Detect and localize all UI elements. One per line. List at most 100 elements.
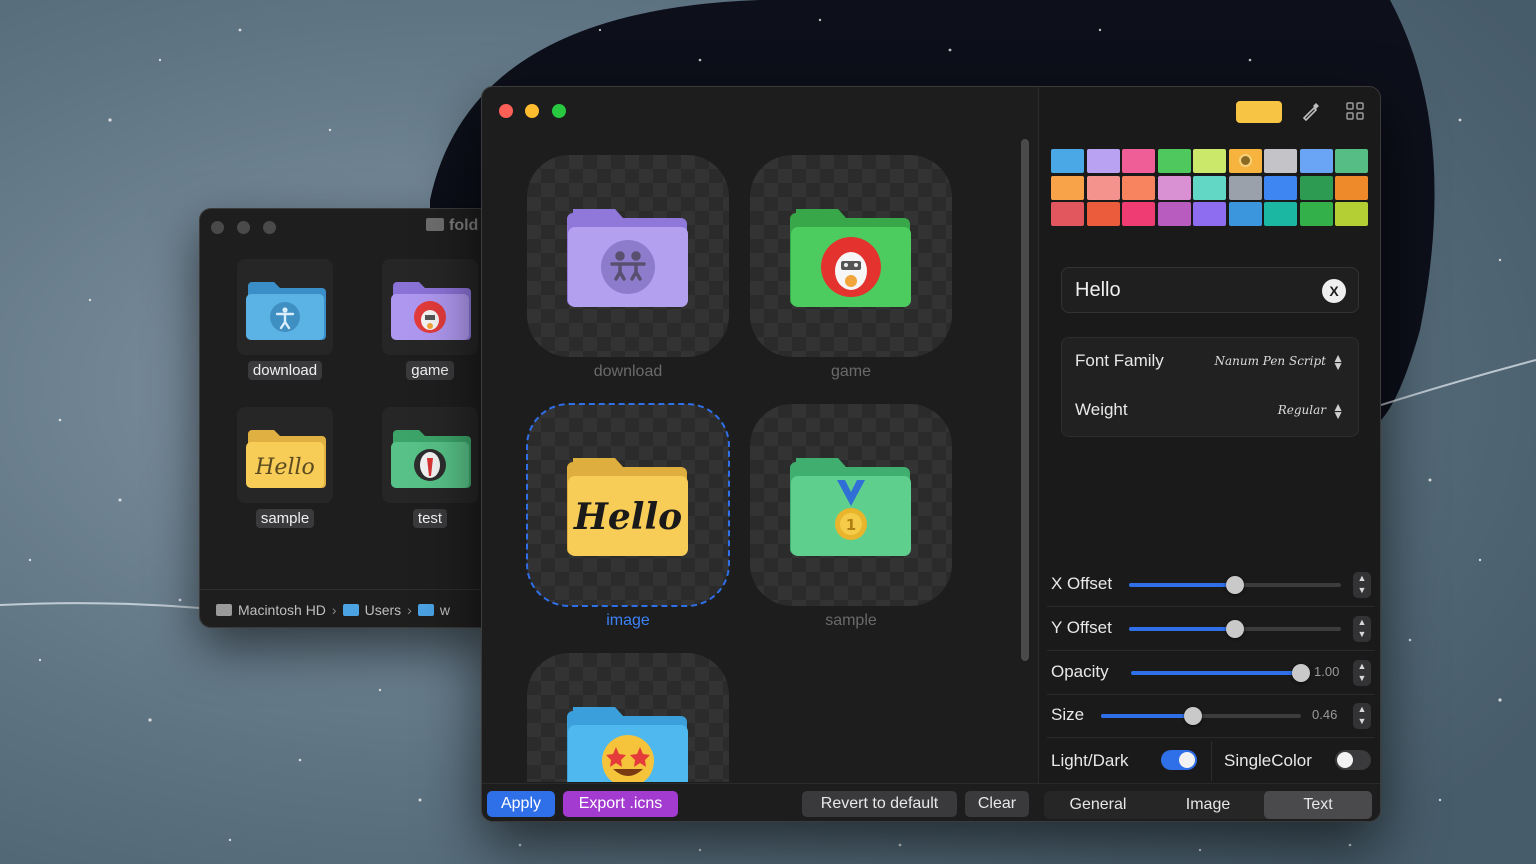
export-icns-button[interactable]: Export .icns — [563, 791, 678, 817]
y-offset-label: Y Offset — [1051, 618, 1112, 637]
color-swatch[interactable] — [1051, 149, 1084, 173]
color-swatch[interactable] — [1157, 175, 1191, 200]
tile-label: image — [606, 612, 650, 629]
light-dark-label: Light/Dark — [1051, 751, 1129, 770]
finder-item-label: sample — [255, 509, 315, 528]
slider-knob[interactable] — [1226, 576, 1244, 594]
opacity-value: 1.00 — [1314, 664, 1340, 679]
tile-preview: 1 — [750, 404, 952, 606]
color-swatch[interactable] — [1193, 202, 1226, 226]
icon-editor-window: download game Hello image 1 sample Hello… — [481, 86, 1381, 822]
opacity-stepper[interactable]: ▲ ▼ — [1353, 660, 1371, 686]
tile-sample[interactable]: 1 sample — [750, 404, 952, 630]
color-swatch[interactable] — [1157, 149, 1191, 173]
font-family-row[interactable]: Font Family Nanum Pen Script ▲ ▼ — [1075, 351, 1344, 375]
size-stepper[interactable]: ▲ ▼ — [1353, 703, 1371, 729]
selected-color-swatch[interactable] — [1236, 101, 1282, 123]
color-swatch[interactable] — [1264, 202, 1297, 226]
color-swatch[interactable] — [1264, 175, 1297, 200]
path-item[interactable]: Macintosh HD — [238, 602, 326, 618]
tile-image[interactable]: Hello image — [526, 403, 730, 630]
selected-swatch-marker — [1238, 154, 1252, 167]
grid-view-icon[interactable] — [1346, 102, 1364, 120]
tile-preview — [527, 653, 729, 782]
color-swatch[interactable] — [1086, 149, 1120, 173]
finder-minimize-button[interactable] — [237, 221, 250, 234]
color-swatch[interactable] — [1335, 149, 1368, 173]
overlay-text-value: Hello — [1075, 279, 1121, 301]
finder-title-text: fold — [449, 217, 479, 234]
tab-image[interactable]: Image — [1154, 791, 1262, 819]
color-swatch[interactable] — [1193, 149, 1226, 173]
color-swatch[interactable] — [1335, 175, 1368, 200]
color-swatch[interactable] — [1228, 149, 1262, 173]
x-offset-slider[interactable] — [1129, 576, 1341, 594]
tile-download[interactable]: download — [527, 155, 729, 381]
path-item[interactable]: w — [440, 602, 450, 618]
color-swatch[interactable] — [1299, 202, 1333, 226]
color-swatch[interactable] — [1122, 202, 1155, 226]
color-swatch[interactable] — [1299, 149, 1333, 173]
tile-label: download — [593, 363, 663, 380]
color-swatch[interactable] — [1122, 149, 1155, 173]
eyedropper-icon[interactable] — [1301, 101, 1321, 121]
opacity-slider[interactable] — [1131, 664, 1310, 682]
color-swatch[interactable] — [1193, 175, 1226, 200]
bottom-toolbar: Apply Export .icns Revert to default Cle… — [482, 783, 1380, 821]
color-swatch[interactable] — [1264, 149, 1297, 173]
finder-item-game[interactable]: game — [380, 259, 480, 380]
slider-knob[interactable] — [1184, 707, 1202, 725]
finder-item-sample[interactable]: Hello sample — [235, 407, 335, 528]
minimize-button[interactable] — [525, 104, 539, 118]
y-offset-slider[interactable] — [1129, 620, 1341, 638]
color-swatch[interactable] — [1051, 175, 1084, 200]
clear-button[interactable]: Clear — [965, 791, 1029, 817]
apply-button[interactable]: Apply — [487, 791, 555, 817]
slider-knob[interactable] — [1292, 664, 1310, 682]
tab-general[interactable]: General — [1044, 791, 1152, 819]
single-color-toggle[interactable] — [1335, 750, 1371, 770]
finder-window: fold download game Hello sample test Mac… — [199, 208, 499, 628]
color-swatch[interactable] — [1157, 202, 1191, 226]
x-offset-slider-row: X Offset ▲ ▼ — [1051, 570, 1371, 600]
finder-item-test[interactable]: test — [380, 407, 480, 528]
color-swatch[interactable] — [1335, 202, 1368, 226]
finder-close-button[interactable] — [211, 221, 224, 234]
tab-text[interactable]: Text — [1264, 791, 1372, 819]
color-swatch[interactable] — [1228, 175, 1262, 200]
close-button[interactable] — [499, 104, 513, 118]
zoom-button[interactable] — [552, 104, 566, 118]
character-folder-icon — [382, 407, 478, 503]
color-swatch[interactable] — [1122, 175, 1155, 200]
color-swatch[interactable] — [1086, 175, 1120, 200]
slider-knob[interactable] — [1226, 620, 1244, 638]
overlay-text-field[interactable]: Hello X — [1061, 267, 1359, 313]
finder-zoom-button[interactable] — [263, 221, 276, 234]
tile-star-struck[interactable] — [527, 653, 729, 782]
light-dark-toggle[interactable] — [1161, 750, 1197, 770]
finder-title: fold — [426, 217, 478, 235]
y-offset-slider-row: Y Offset ▲ ▼ — [1051, 614, 1371, 644]
hard-drive-icon — [216, 604, 232, 616]
grid-scrollbar[interactable] — [1021, 139, 1029, 661]
tile-game[interactable]: game — [750, 155, 952, 381]
y-offset-stepper[interactable]: ▲ ▼ — [1353, 616, 1371, 642]
size-slider-row: Size 0.46 ▲ ▼ — [1051, 701, 1371, 731]
clear-text-button[interactable]: X — [1322, 279, 1346, 303]
weight-row[interactable]: Weight Regular ▲ ▼ — [1075, 400, 1344, 424]
finder-item-download[interactable]: download — [235, 259, 335, 380]
font-settings: Font Family Nanum Pen Script ▲ ▼ Weight R… — [1061, 337, 1359, 437]
single-color-label: SingleColor — [1224, 751, 1312, 770]
x-offset-stepper[interactable]: ▲ ▼ — [1353, 572, 1371, 598]
color-swatch[interactable] — [1086, 202, 1120, 226]
size-slider[interactable] — [1101, 707, 1301, 725]
path-item[interactable]: Users — [365, 602, 402, 618]
text-settings-panel: Hello X Font Family Nanum Pen Script ▲ ▼ … — [1038, 87, 1380, 821]
color-swatch[interactable] — [1228, 202, 1262, 226]
revert-to-default-button[interactable]: Revert to default — [802, 791, 957, 817]
color-swatch[interactable] — [1051, 202, 1084, 226]
finder-titlebar: fold — [200, 209, 498, 247]
color-swatch[interactable] — [1299, 175, 1333, 200]
folder-icon — [342, 604, 359, 616]
toggle-row: Light/Dark SingleColor — [1051, 741, 1371, 781]
